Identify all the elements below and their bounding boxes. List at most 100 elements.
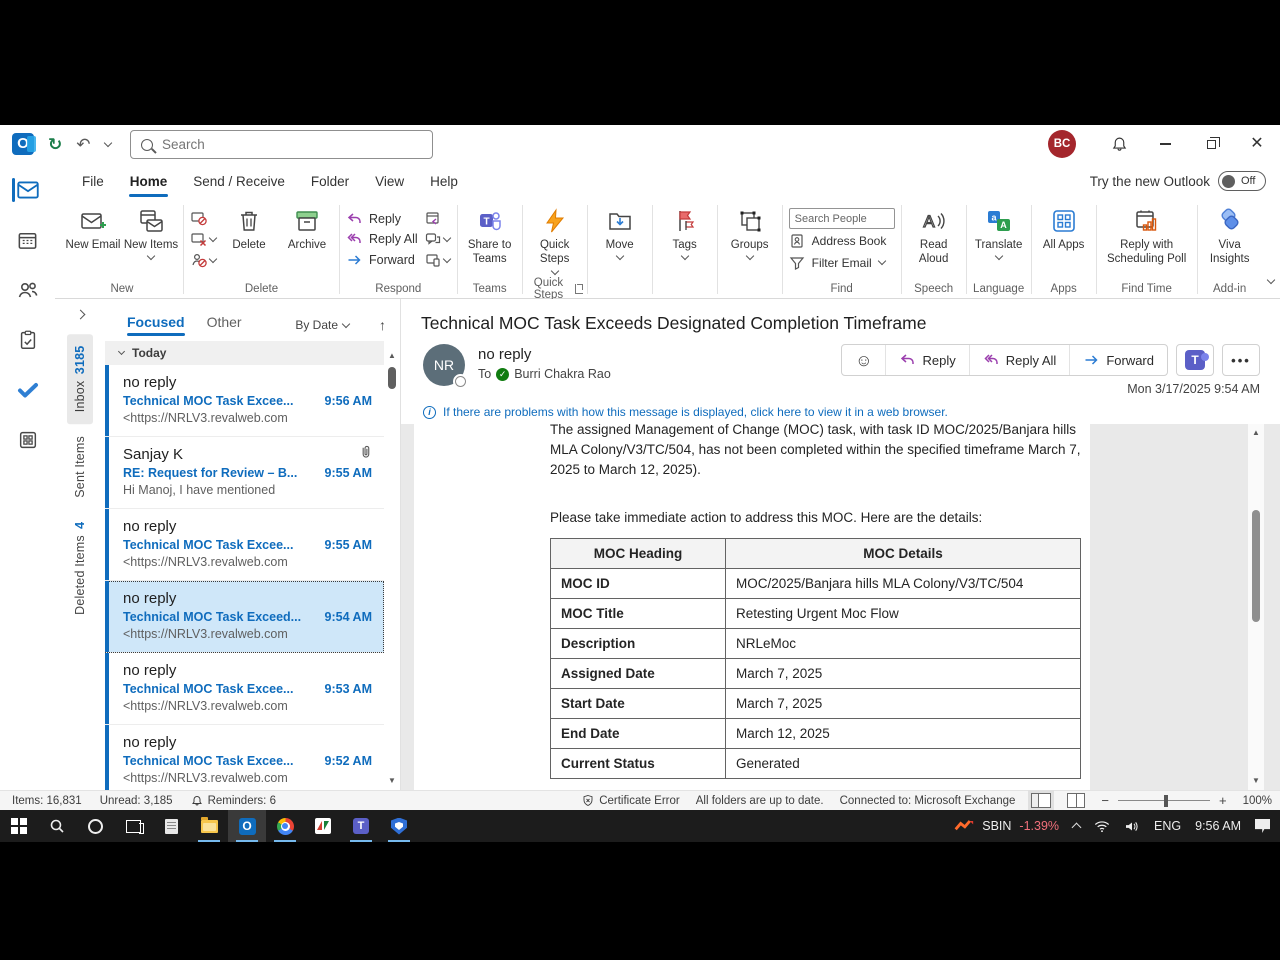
junk-button[interactable]: [191, 230, 216, 248]
tab-focused[interactable]: Focused: [127, 314, 185, 336]
rail-more-apps-button[interactable]: [0, 427, 55, 453]
zoom-in-button[interactable]: +: [1219, 793, 1227, 808]
stock-ticker-widget[interactable]: SBIN -1.39%: [954, 819, 1059, 833]
filter-email-button[interactable]: Filter Email: [789, 253, 895, 272]
start-button[interactable]: [0, 810, 38, 842]
tab-home[interactable]: Home: [117, 166, 181, 197]
scroll-up-icon[interactable]: ▲: [1252, 428, 1260, 438]
reactions-button[interactable]: ☺: [842, 345, 885, 375]
reading-view-button[interactable]: [1067, 793, 1085, 808]
reminders-status[interactable]: Reminders: 6: [191, 795, 276, 807]
im-button[interactable]: [425, 230, 450, 248]
address-book-button[interactable]: Address Book: [789, 232, 895, 251]
rail-mail-button[interactable]: [0, 177, 55, 203]
message-info-bar[interactable]: i If there are problems with how this me…: [401, 402, 1280, 424]
viva-insights-button[interactable]: Viva Insights: [1202, 203, 1258, 267]
message-reply-all-button[interactable]: Reply All: [969, 345, 1070, 375]
mail-item-6[interactable]: no reply Technical MOC Task Excee... 9:5…: [105, 725, 384, 790]
sort-by-dropdown[interactable]: By Date: [295, 318, 349, 332]
rail-tasks-button[interactable]: [0, 327, 55, 353]
send-receive-icon[interactable]: ↻: [48, 136, 62, 153]
read-aloud-button[interactable]: A Read Aloud: [906, 203, 962, 267]
rail-people-button[interactable]: [0, 277, 55, 303]
move-button[interactable]: Move: [592, 203, 648, 259]
scroll-thumb[interactable]: [1252, 510, 1260, 622]
mail-item-1[interactable]: no reply Technical MOC Task Excee... 9:5…: [105, 365, 384, 437]
account-avatar[interactable]: BC: [1048, 130, 1076, 158]
mail-item-3[interactable]: no reply Technical MOC Task Excee... 9:5…: [105, 509, 384, 581]
zoom-slider[interactable]: [1118, 800, 1210, 802]
tray-overflow-chevron-icon[interactable]: [1072, 823, 1082, 833]
mail-item-4-selected[interactable]: no reply Technical MOC Task Exceed... 9:…: [105, 581, 384, 653]
more-actions-button[interactable]: •••: [1222, 344, 1260, 376]
customize-qat-chevron-icon[interactable]: [103, 138, 111, 146]
archive-button[interactable]: Archive: [279, 203, 335, 252]
share-to-teams-message-button[interactable]: T: [1176, 344, 1214, 376]
search-input[interactable]: [162, 137, 422, 152]
tab-send-receive[interactable]: Send / Receive: [180, 166, 298, 197]
delete-button[interactable]: Delete: [221, 203, 277, 252]
sender-name[interactable]: no reply: [478, 346, 611, 363]
volume-icon[interactable]: [1124, 820, 1140, 833]
more-respond-button[interactable]: [425, 251, 450, 269]
tab-file[interactable]: File: [69, 166, 117, 197]
undo-icon[interactable]: ↶: [76, 136, 90, 153]
minimize-button[interactable]: [1142, 125, 1188, 163]
sender-avatar[interactable]: NR: [423, 344, 465, 386]
tab-other[interactable]: Other: [207, 314, 242, 336]
trading-app-button[interactable]: [304, 810, 342, 842]
share-to-teams-button[interactable]: T Share to Teams: [462, 203, 518, 267]
normal-view-button[interactable]: [1031, 793, 1051, 808]
quick-steps-dialog-launcher[interactable]: [575, 284, 582, 294]
zoom-level[interactable]: 100%: [1243, 795, 1272, 807]
info-bar-text[interactable]: If there are problems with how this mess…: [443, 405, 948, 419]
tab-view[interactable]: View: [362, 166, 417, 197]
recipient-name[interactable]: Burri Chakra Rao: [514, 367, 611, 381]
today-group-header[interactable]: Today: [105, 341, 384, 365]
notepad-button[interactable]: [152, 810, 190, 842]
new-outlook-toggle[interactable]: Off: [1218, 171, 1266, 191]
zoom-out-button[interactable]: −: [1101, 793, 1109, 808]
language-indicator[interactable]: ENG: [1154, 819, 1181, 833]
close-button[interactable]: ✕: [1234, 125, 1280, 163]
all-apps-button[interactable]: All Apps: [1036, 203, 1092, 252]
reply-button[interactable]: Reply: [346, 209, 418, 228]
folder-tab-sent-items[interactable]: Sent Items: [67, 424, 93, 510]
message-reply-button[interactable]: Reply: [885, 345, 968, 375]
scheduling-poll-button[interactable]: Reply with Scheduling Poll: [1101, 203, 1193, 267]
global-search-box[interactable]: [130, 130, 433, 159]
translate-button[interactable]: aA Translate: [971, 203, 1027, 259]
reading-pane-scrollbar[interactable]: ▲ ▼: [1248, 424, 1264, 790]
certificate-error-status[interactable]: Certificate Error: [582, 794, 680, 807]
teams-taskbar-button[interactable]: T: [342, 810, 380, 842]
folder-tab-deleted-items[interactable]: Deleted Items 4: [67, 510, 93, 627]
mail-item-5[interactable]: no reply Technical MOC Task Excee... 9:5…: [105, 653, 384, 725]
mail-list-scrollbar[interactable]: ▲ ▼: [384, 351, 400, 790]
notifications-bell-button[interactable]: [1096, 125, 1142, 163]
rail-todo-button[interactable]: [0, 377, 55, 403]
mail-item-2[interactable]: Sanjay K RE: Request for Review – B... 9…: [105, 437, 384, 509]
block-sender-button[interactable]: [191, 251, 216, 269]
message-forward-button[interactable]: Forward: [1069, 345, 1167, 375]
zoom-slider-thumb[interactable]: [1164, 795, 1168, 807]
task-view-button[interactable]: [114, 810, 152, 842]
security-app-button[interactable]: [380, 810, 418, 842]
search-people-input[interactable]: Search People: [789, 208, 895, 229]
groups-button[interactable]: Groups: [722, 203, 778, 259]
outlook-taskbar-button[interactable]: O: [228, 810, 266, 842]
forward-button[interactable]: Forward: [346, 250, 418, 269]
tab-help[interactable]: Help: [417, 166, 471, 197]
taskbar-search-button[interactable]: [38, 810, 76, 842]
scroll-thumb[interactable]: [388, 367, 396, 389]
scroll-up-icon[interactable]: ▲: [388, 351, 396, 361]
quick-steps-button[interactable]: Quick Steps: [527, 203, 583, 274]
cortana-button[interactable]: [76, 810, 114, 842]
collapse-ribbon-button[interactable]: [1262, 270, 1280, 298]
file-explorer-button[interactable]: [190, 810, 228, 842]
sort-direction-icon[interactable]: ↑: [379, 317, 386, 333]
tab-folder[interactable]: Folder: [298, 166, 362, 197]
restore-button[interactable]: [1188, 125, 1234, 163]
ignore-button[interactable]: [191, 209, 216, 227]
rail-calendar-button[interactable]: [0, 227, 55, 253]
chrome-button[interactable]: [266, 810, 304, 842]
